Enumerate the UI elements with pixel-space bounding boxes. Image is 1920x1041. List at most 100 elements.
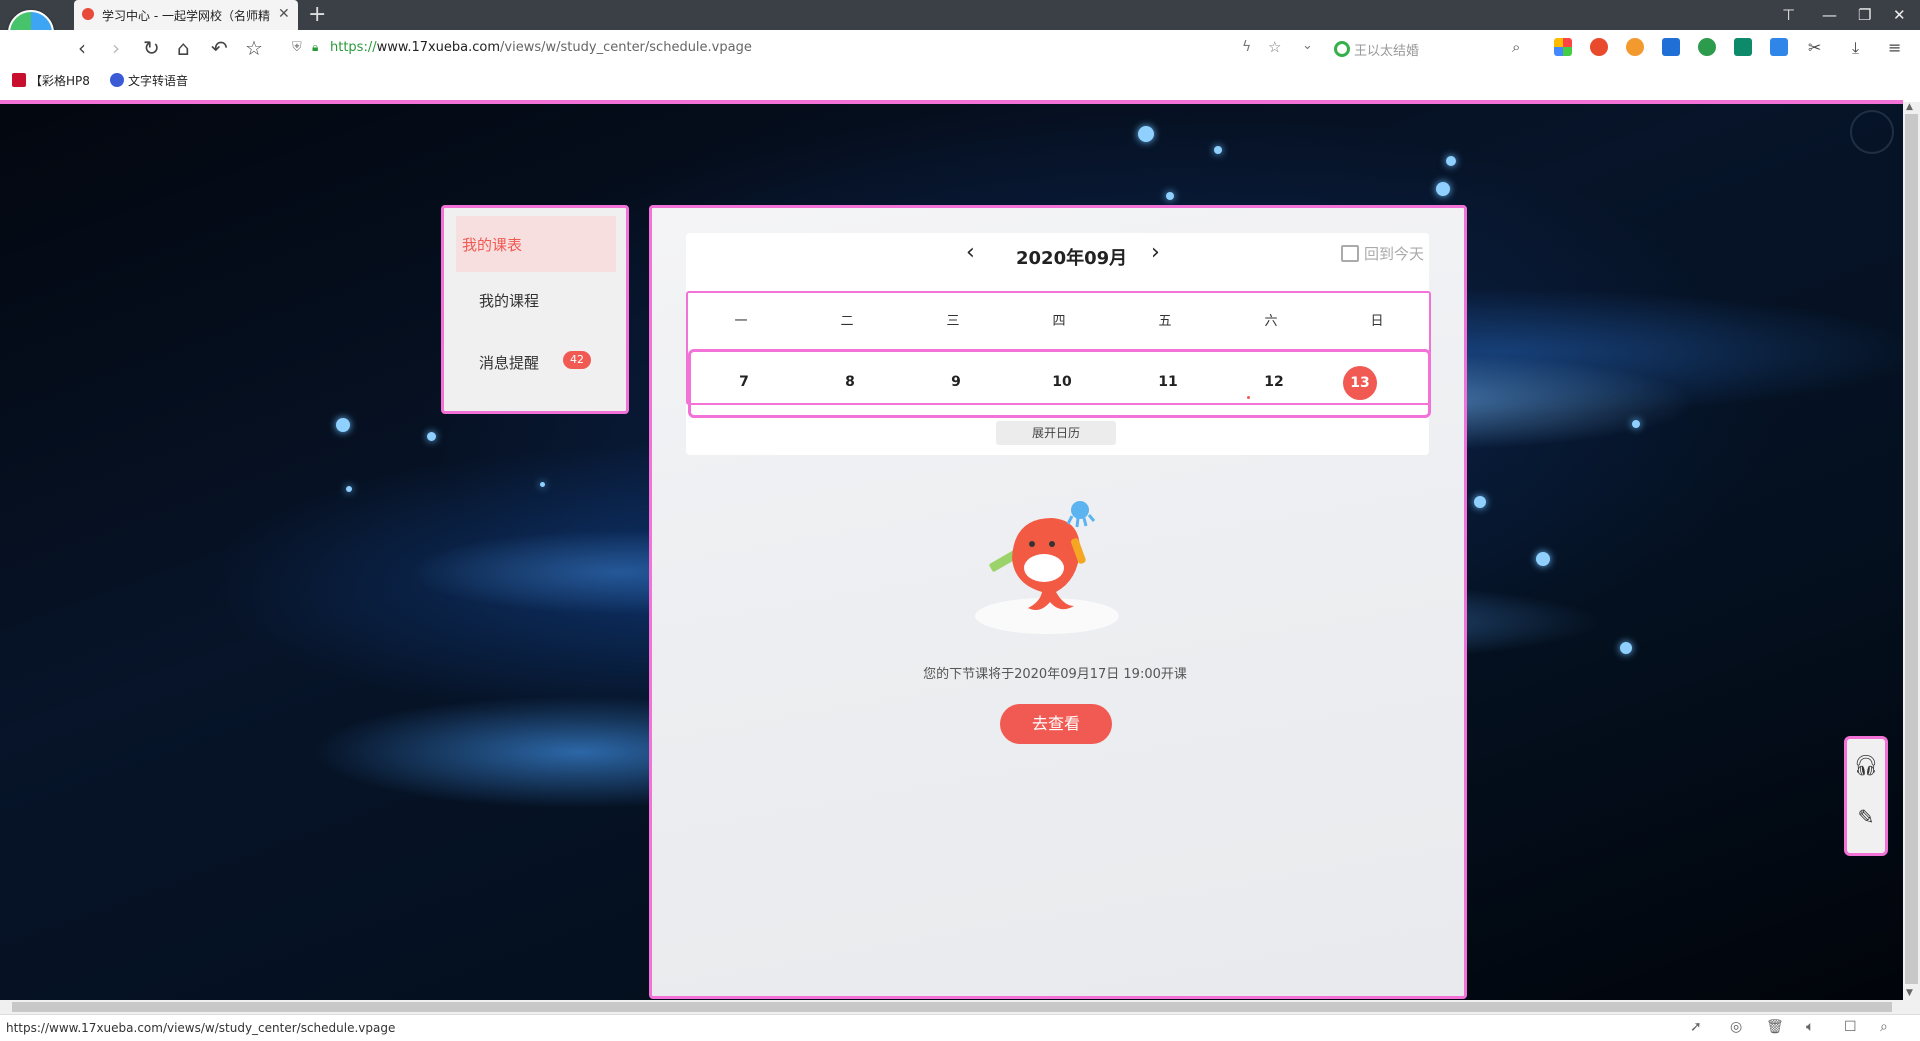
sidebar-item-schedule[interactable]: 我的课表 — [456, 216, 616, 272]
bookmark-item[interactable]: 【彩格HP8 — [12, 72, 90, 89]
sparkle-dot — [1446, 156, 1456, 166]
game-extension-icon[interactable] — [1590, 38, 1608, 56]
lock-icon: 🔒︎ — [312, 40, 319, 54]
status-bar: https://www.17xueba.com/views/w/study_ce… — [0, 1014, 1920, 1041]
skin-icon[interactable]: ⊤ — [1782, 6, 1795, 24]
sidebar-menu: 我的课表 我的课程 消息提醒 42 — [441, 205, 629, 414]
zoom-icon[interactable]: ⌕ — [1880, 1019, 1888, 1035]
restore-icon[interactable]: ❐ — [1858, 6, 1871, 24]
sidebar-item-label: 消息提醒 — [479, 354, 540, 372]
close-window-icon[interactable]: ✕ — [1893, 6, 1906, 24]
sidebar-item-courses[interactable]: 我的课程 — [456, 272, 616, 328]
calendar-day[interactable]: 7 — [691, 374, 797, 390]
calendar-day-today[interactable]: 13 — [1343, 366, 1377, 400]
url-text: https://www.17xueba.com/views/w/study_ce… — [330, 40, 752, 55]
sparkle-dot — [1436, 182, 1450, 196]
calendar-day[interactable]: 9 — [903, 374, 1009, 390]
week-days-row: 7 8 9 10 11 12 13 — [688, 349, 1431, 418]
globe-extension-icon[interactable] — [1698, 38, 1716, 56]
sparkle-dot — [346, 486, 352, 492]
prev-month-icon[interactable]: ‹ — [966, 240, 975, 265]
sparkle-dot — [1632, 420, 1640, 428]
undo-close-icon[interactable]: ↶ — [211, 36, 228, 60]
sidebar-item-label: 我的课程 — [479, 292, 540, 310]
search-placeholder: 王以太结婚 — [1354, 44, 1420, 59]
search-engine-icon — [1334, 41, 1350, 57]
rocket-icon[interactable]: ➚ — [1690, 1019, 1702, 1035]
scroll-up-icon[interactable]: ▲ — [1906, 102, 1913, 112]
sound-icon[interactable]: 🔈︎ — [1806, 1019, 1814, 1035]
url-dropdown-icon[interactable]: ⌄ — [1302, 38, 1313, 53]
weekday-label: 三 — [946, 314, 960, 329]
trash-icon[interactable]: 🗑︎ — [1766, 1019, 1784, 1035]
calendar-day[interactable]: 8 — [797, 374, 903, 390]
new-tab-button[interactable]: + — [308, 2, 326, 27]
z-extension-icon[interactable] — [1662, 38, 1680, 56]
refresh-icon[interactable]: ↻ — [143, 36, 160, 60]
floating-toolbar: 🎧︎ ✎ — [1844, 736, 1888, 856]
expand-calendar-button[interactable]: 展开日历 — [996, 421, 1116, 445]
sidebar-item-label: 我的课表 — [462, 236, 523, 254]
sidebar-item-messages[interactable]: 消息提醒 42 — [456, 334, 616, 390]
jd-icon — [12, 73, 26, 87]
bookmark-label: 【彩格HP8 — [30, 74, 90, 88]
next-class-text: 您的下节课将于2020年09月17日 19:00开课 — [923, 667, 1187, 682]
url-host: www.17xueba.com — [376, 40, 501, 55]
highlight-border — [0, 100, 1903, 104]
apps-extension-icon[interactable] — [1554, 38, 1572, 56]
status-url: https://www.17xueba.com/views/w/study_ce… — [6, 1021, 396, 1035]
speed-icon[interactable]: ◎ — [1730, 1019, 1742, 1035]
favorite-star-icon[interactable]: ☆ — [245, 36, 263, 60]
dolphin-mascot-illustration — [975, 501, 1119, 634]
weekday-label: 日 — [1370, 314, 1384, 329]
calendar-icon — [1341, 245, 1359, 262]
url-bar[interactable]: ⛨ 🔒︎ https://www.17xueba.com/views/w/stu… — [292, 37, 1313, 59]
horizontal-scroll-thumb[interactable] — [12, 1002, 1892, 1012]
window-icon[interactable]: ☐ — [1844, 1019, 1857, 1035]
message-count-badge: 42 — [563, 351, 591, 369]
scissors-icon[interactable]: ✂ — [1808, 38, 1821, 57]
headset-icon[interactable]: 🎧︎ — [1847, 753, 1885, 777]
next-month-icon[interactable]: › — [1151, 240, 1160, 265]
menu-icon[interactable]: ≡ — [1888, 38, 1901, 57]
minimize-icon[interactable]: — — [1822, 6, 1837, 24]
site-logo-icon — [1850, 110, 1894, 154]
translate-extension-icon[interactable] — [1770, 38, 1788, 56]
s-extension-icon[interactable] — [1734, 38, 1752, 56]
sparkle-dot — [1166, 192, 1174, 200]
lightning-icon[interactable]: ϟ — [1242, 39, 1251, 55]
browser-tab[interactable]: 学习中心 - 一起学网校（名师精 ✕ — [74, 0, 298, 30]
back-to-today-button[interactable]: 回到今天 — [1341, 243, 1424, 264]
sparkle-dot — [540, 482, 545, 487]
vertical-scroll-thumb[interactable] — [1905, 114, 1918, 984]
search-icon[interactable]: ⌕ — [1512, 38, 1520, 56]
pencil-icon[interactable]: ✎ — [1847, 805, 1885, 829]
scroll-down-icon[interactable]: ▼ — [1906, 988, 1913, 998]
mascot-belly — [1024, 554, 1064, 582]
calendar-grid: 一 二 三 四 五 六 日 7 8 9 10 11 12 13 — [686, 291, 1431, 418]
search-box[interactable]: 王以太结婚 ⌕ — [1330, 37, 1530, 59]
sparkle-dot — [1214, 146, 1222, 154]
calendar-day[interactable]: 12 — [1221, 374, 1327, 390]
shield-icon: ⛨ — [292, 40, 302, 55]
bookmark-star-icon[interactable]: ☆ — [1268, 38, 1281, 56]
tab-title: 学习中心 - 一起学网校（名师精 — [102, 9, 270, 23]
sparkle-dot — [1138, 126, 1154, 142]
weekday-label: 六 — [1264, 314, 1278, 329]
back-icon[interactable]: ‹ — [78, 36, 86, 60]
calendar-day[interactable]: 10 — [1009, 374, 1115, 390]
paint-extension-icon[interactable] — [1626, 38, 1644, 56]
weekday-label: 一 — [734, 314, 748, 329]
home-icon[interactable]: ⌂ — [177, 36, 190, 60]
go-view-button[interactable]: 去查看 — [1000, 704, 1112, 744]
bookmark-label: 文字转语音 — [128, 74, 189, 88]
forward-icon[interactable]: › — [112, 36, 120, 60]
sparkle-dot — [1620, 642, 1632, 654]
sparkle-dot — [1474, 496, 1486, 508]
tab-close-icon[interactable]: ✕ — [278, 6, 290, 22]
url-scheme: https:// — [330, 40, 377, 55]
bookmark-item[interactable]: 文字转语音 — [110, 72, 188, 89]
sparkle-dot — [1536, 552, 1550, 566]
download-icon[interactable]: ⤓ — [1852, 38, 1859, 58]
calendar-day[interactable]: 11 — [1115, 374, 1221, 390]
